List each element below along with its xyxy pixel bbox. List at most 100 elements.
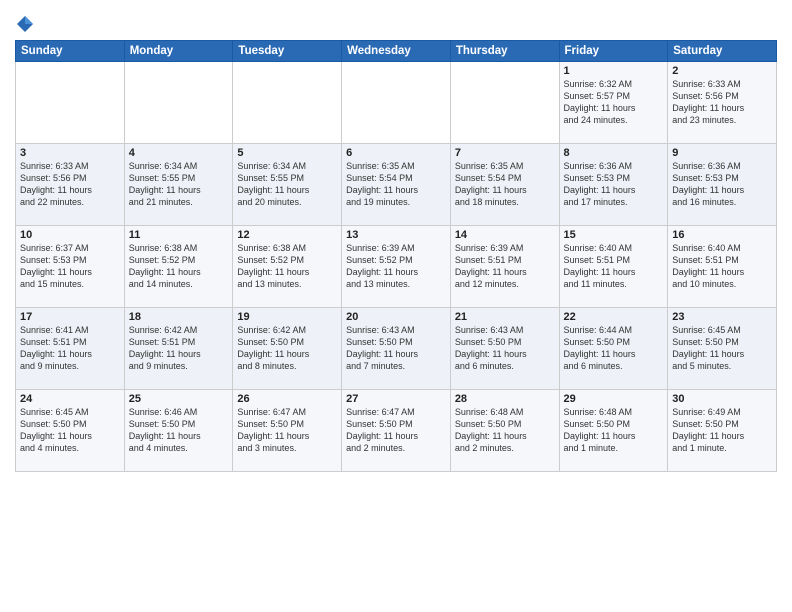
day-cell: 30Sunrise: 6:49 AM Sunset: 5:50 PM Dayli… [668, 390, 777, 472]
logo-icon [15, 14, 35, 34]
day-number: 7 [455, 147, 555, 159]
day-number: 24 [20, 393, 120, 405]
day-header-saturday: Saturday [668, 41, 777, 62]
day-number: 16 [672, 229, 772, 241]
day-info: Sunrise: 6:48 AM Sunset: 5:50 PM Dayligh… [455, 406, 555, 455]
day-cell: 4Sunrise: 6:34 AM Sunset: 5:55 PM Daylig… [124, 144, 233, 226]
day-info: Sunrise: 6:47 AM Sunset: 5:50 PM Dayligh… [346, 406, 446, 455]
day-cell: 3Sunrise: 6:33 AM Sunset: 5:56 PM Daylig… [16, 144, 125, 226]
day-number: 30 [672, 393, 772, 405]
day-cell: 25Sunrise: 6:46 AM Sunset: 5:50 PM Dayli… [124, 390, 233, 472]
day-number: 12 [237, 229, 337, 241]
day-info: Sunrise: 6:44 AM Sunset: 5:50 PM Dayligh… [564, 324, 664, 373]
day-number: 4 [129, 147, 229, 159]
day-number: 21 [455, 311, 555, 323]
day-cell: 19Sunrise: 6:42 AM Sunset: 5:50 PM Dayli… [233, 308, 342, 390]
day-number: 3 [20, 147, 120, 159]
day-number: 26 [237, 393, 337, 405]
day-info: Sunrise: 6:45 AM Sunset: 5:50 PM Dayligh… [672, 324, 772, 373]
day-info: Sunrise: 6:35 AM Sunset: 5:54 PM Dayligh… [455, 160, 555, 209]
day-info: Sunrise: 6:49 AM Sunset: 5:50 PM Dayligh… [672, 406, 772, 455]
day-info: Sunrise: 6:42 AM Sunset: 5:50 PM Dayligh… [237, 324, 337, 373]
day-number: 25 [129, 393, 229, 405]
day-cell: 26Sunrise: 6:47 AM Sunset: 5:50 PM Dayli… [233, 390, 342, 472]
day-cell: 6Sunrise: 6:35 AM Sunset: 5:54 PM Daylig… [342, 144, 451, 226]
day-cell: 8Sunrise: 6:36 AM Sunset: 5:53 PM Daylig… [559, 144, 668, 226]
day-header-tuesday: Tuesday [233, 41, 342, 62]
day-info: Sunrise: 6:39 AM Sunset: 5:51 PM Dayligh… [455, 242, 555, 291]
day-header-monday: Monday [124, 41, 233, 62]
page-header [15, 10, 777, 34]
day-info: Sunrise: 6:36 AM Sunset: 5:53 PM Dayligh… [672, 160, 772, 209]
day-cell: 18Sunrise: 6:42 AM Sunset: 5:51 PM Dayli… [124, 308, 233, 390]
day-number: 1 [564, 65, 664, 77]
day-number: 13 [346, 229, 446, 241]
week-row-4: 17Sunrise: 6:41 AM Sunset: 5:51 PM Dayli… [16, 308, 777, 390]
day-cell: 16Sunrise: 6:40 AM Sunset: 5:51 PM Dayli… [668, 226, 777, 308]
day-number: 19 [237, 311, 337, 323]
logo [15, 14, 37, 34]
day-info: Sunrise: 6:37 AM Sunset: 5:53 PM Dayligh… [20, 242, 120, 291]
day-number: 14 [455, 229, 555, 241]
day-cell: 27Sunrise: 6:47 AM Sunset: 5:50 PM Dayli… [342, 390, 451, 472]
day-info: Sunrise: 6:47 AM Sunset: 5:50 PM Dayligh… [237, 406, 337, 455]
calendar-header: SundayMondayTuesdayWednesdayThursdayFrid… [16, 41, 777, 62]
day-info: Sunrise: 6:42 AM Sunset: 5:51 PM Dayligh… [129, 324, 229, 373]
day-header-wednesday: Wednesday [342, 41, 451, 62]
day-cell: 28Sunrise: 6:48 AM Sunset: 5:50 PM Dayli… [450, 390, 559, 472]
header-row: SundayMondayTuesdayWednesdayThursdayFrid… [16, 41, 777, 62]
day-cell: 21Sunrise: 6:43 AM Sunset: 5:50 PM Dayli… [450, 308, 559, 390]
day-info: Sunrise: 6:43 AM Sunset: 5:50 PM Dayligh… [455, 324, 555, 373]
day-header-friday: Friday [559, 41, 668, 62]
day-number: 10 [20, 229, 120, 241]
day-header-sunday: Sunday [16, 41, 125, 62]
day-cell [342, 62, 451, 144]
day-info: Sunrise: 6:39 AM Sunset: 5:52 PM Dayligh… [346, 242, 446, 291]
day-info: Sunrise: 6:36 AM Sunset: 5:53 PM Dayligh… [564, 160, 664, 209]
day-number: 17 [20, 311, 120, 323]
day-cell: 22Sunrise: 6:44 AM Sunset: 5:50 PM Dayli… [559, 308, 668, 390]
day-number: 6 [346, 147, 446, 159]
day-number: 15 [564, 229, 664, 241]
week-row-3: 10Sunrise: 6:37 AM Sunset: 5:53 PM Dayli… [16, 226, 777, 308]
day-number: 9 [672, 147, 772, 159]
week-row-2: 3Sunrise: 6:33 AM Sunset: 5:56 PM Daylig… [16, 144, 777, 226]
week-row-5: 24Sunrise: 6:45 AM Sunset: 5:50 PM Dayli… [16, 390, 777, 472]
calendar-body: 1Sunrise: 6:32 AM Sunset: 5:57 PM Daylig… [16, 62, 777, 472]
day-cell: 12Sunrise: 6:38 AM Sunset: 5:52 PM Dayli… [233, 226, 342, 308]
day-info: Sunrise: 6:40 AM Sunset: 5:51 PM Dayligh… [564, 242, 664, 291]
day-cell: 13Sunrise: 6:39 AM Sunset: 5:52 PM Dayli… [342, 226, 451, 308]
day-cell: 9Sunrise: 6:36 AM Sunset: 5:53 PM Daylig… [668, 144, 777, 226]
day-number: 11 [129, 229, 229, 241]
day-number: 22 [564, 311, 664, 323]
day-number: 2 [672, 65, 772, 77]
day-info: Sunrise: 6:34 AM Sunset: 5:55 PM Dayligh… [129, 160, 229, 209]
day-cell [233, 62, 342, 144]
calendar-table: SundayMondayTuesdayWednesdayThursdayFrid… [15, 40, 777, 472]
day-info: Sunrise: 6:33 AM Sunset: 5:56 PM Dayligh… [20, 160, 120, 209]
day-cell [16, 62, 125, 144]
day-cell: 1Sunrise: 6:32 AM Sunset: 5:57 PM Daylig… [559, 62, 668, 144]
day-cell: 2Sunrise: 6:33 AM Sunset: 5:56 PM Daylig… [668, 62, 777, 144]
day-cell: 23Sunrise: 6:45 AM Sunset: 5:50 PM Dayli… [668, 308, 777, 390]
day-info: Sunrise: 6:41 AM Sunset: 5:51 PM Dayligh… [20, 324, 120, 373]
week-row-1: 1Sunrise: 6:32 AM Sunset: 5:57 PM Daylig… [16, 62, 777, 144]
day-cell: 29Sunrise: 6:48 AM Sunset: 5:50 PM Dayli… [559, 390, 668, 472]
day-info: Sunrise: 6:38 AM Sunset: 5:52 PM Dayligh… [237, 242, 337, 291]
day-cell: 11Sunrise: 6:38 AM Sunset: 5:52 PM Dayli… [124, 226, 233, 308]
day-cell: 10Sunrise: 6:37 AM Sunset: 5:53 PM Dayli… [16, 226, 125, 308]
day-cell: 17Sunrise: 6:41 AM Sunset: 5:51 PM Dayli… [16, 308, 125, 390]
day-cell: 14Sunrise: 6:39 AM Sunset: 5:51 PM Dayli… [450, 226, 559, 308]
day-info: Sunrise: 6:46 AM Sunset: 5:50 PM Dayligh… [129, 406, 229, 455]
day-cell: 7Sunrise: 6:35 AM Sunset: 5:54 PM Daylig… [450, 144, 559, 226]
day-cell [124, 62, 233, 144]
day-info: Sunrise: 6:35 AM Sunset: 5:54 PM Dayligh… [346, 160, 446, 209]
day-number: 28 [455, 393, 555, 405]
day-cell: 15Sunrise: 6:40 AM Sunset: 5:51 PM Dayli… [559, 226, 668, 308]
day-header-thursday: Thursday [450, 41, 559, 62]
day-cell [450, 62, 559, 144]
day-info: Sunrise: 6:34 AM Sunset: 5:55 PM Dayligh… [237, 160, 337, 209]
day-cell: 5Sunrise: 6:34 AM Sunset: 5:55 PM Daylig… [233, 144, 342, 226]
day-cell: 24Sunrise: 6:45 AM Sunset: 5:50 PM Dayli… [16, 390, 125, 472]
day-number: 29 [564, 393, 664, 405]
